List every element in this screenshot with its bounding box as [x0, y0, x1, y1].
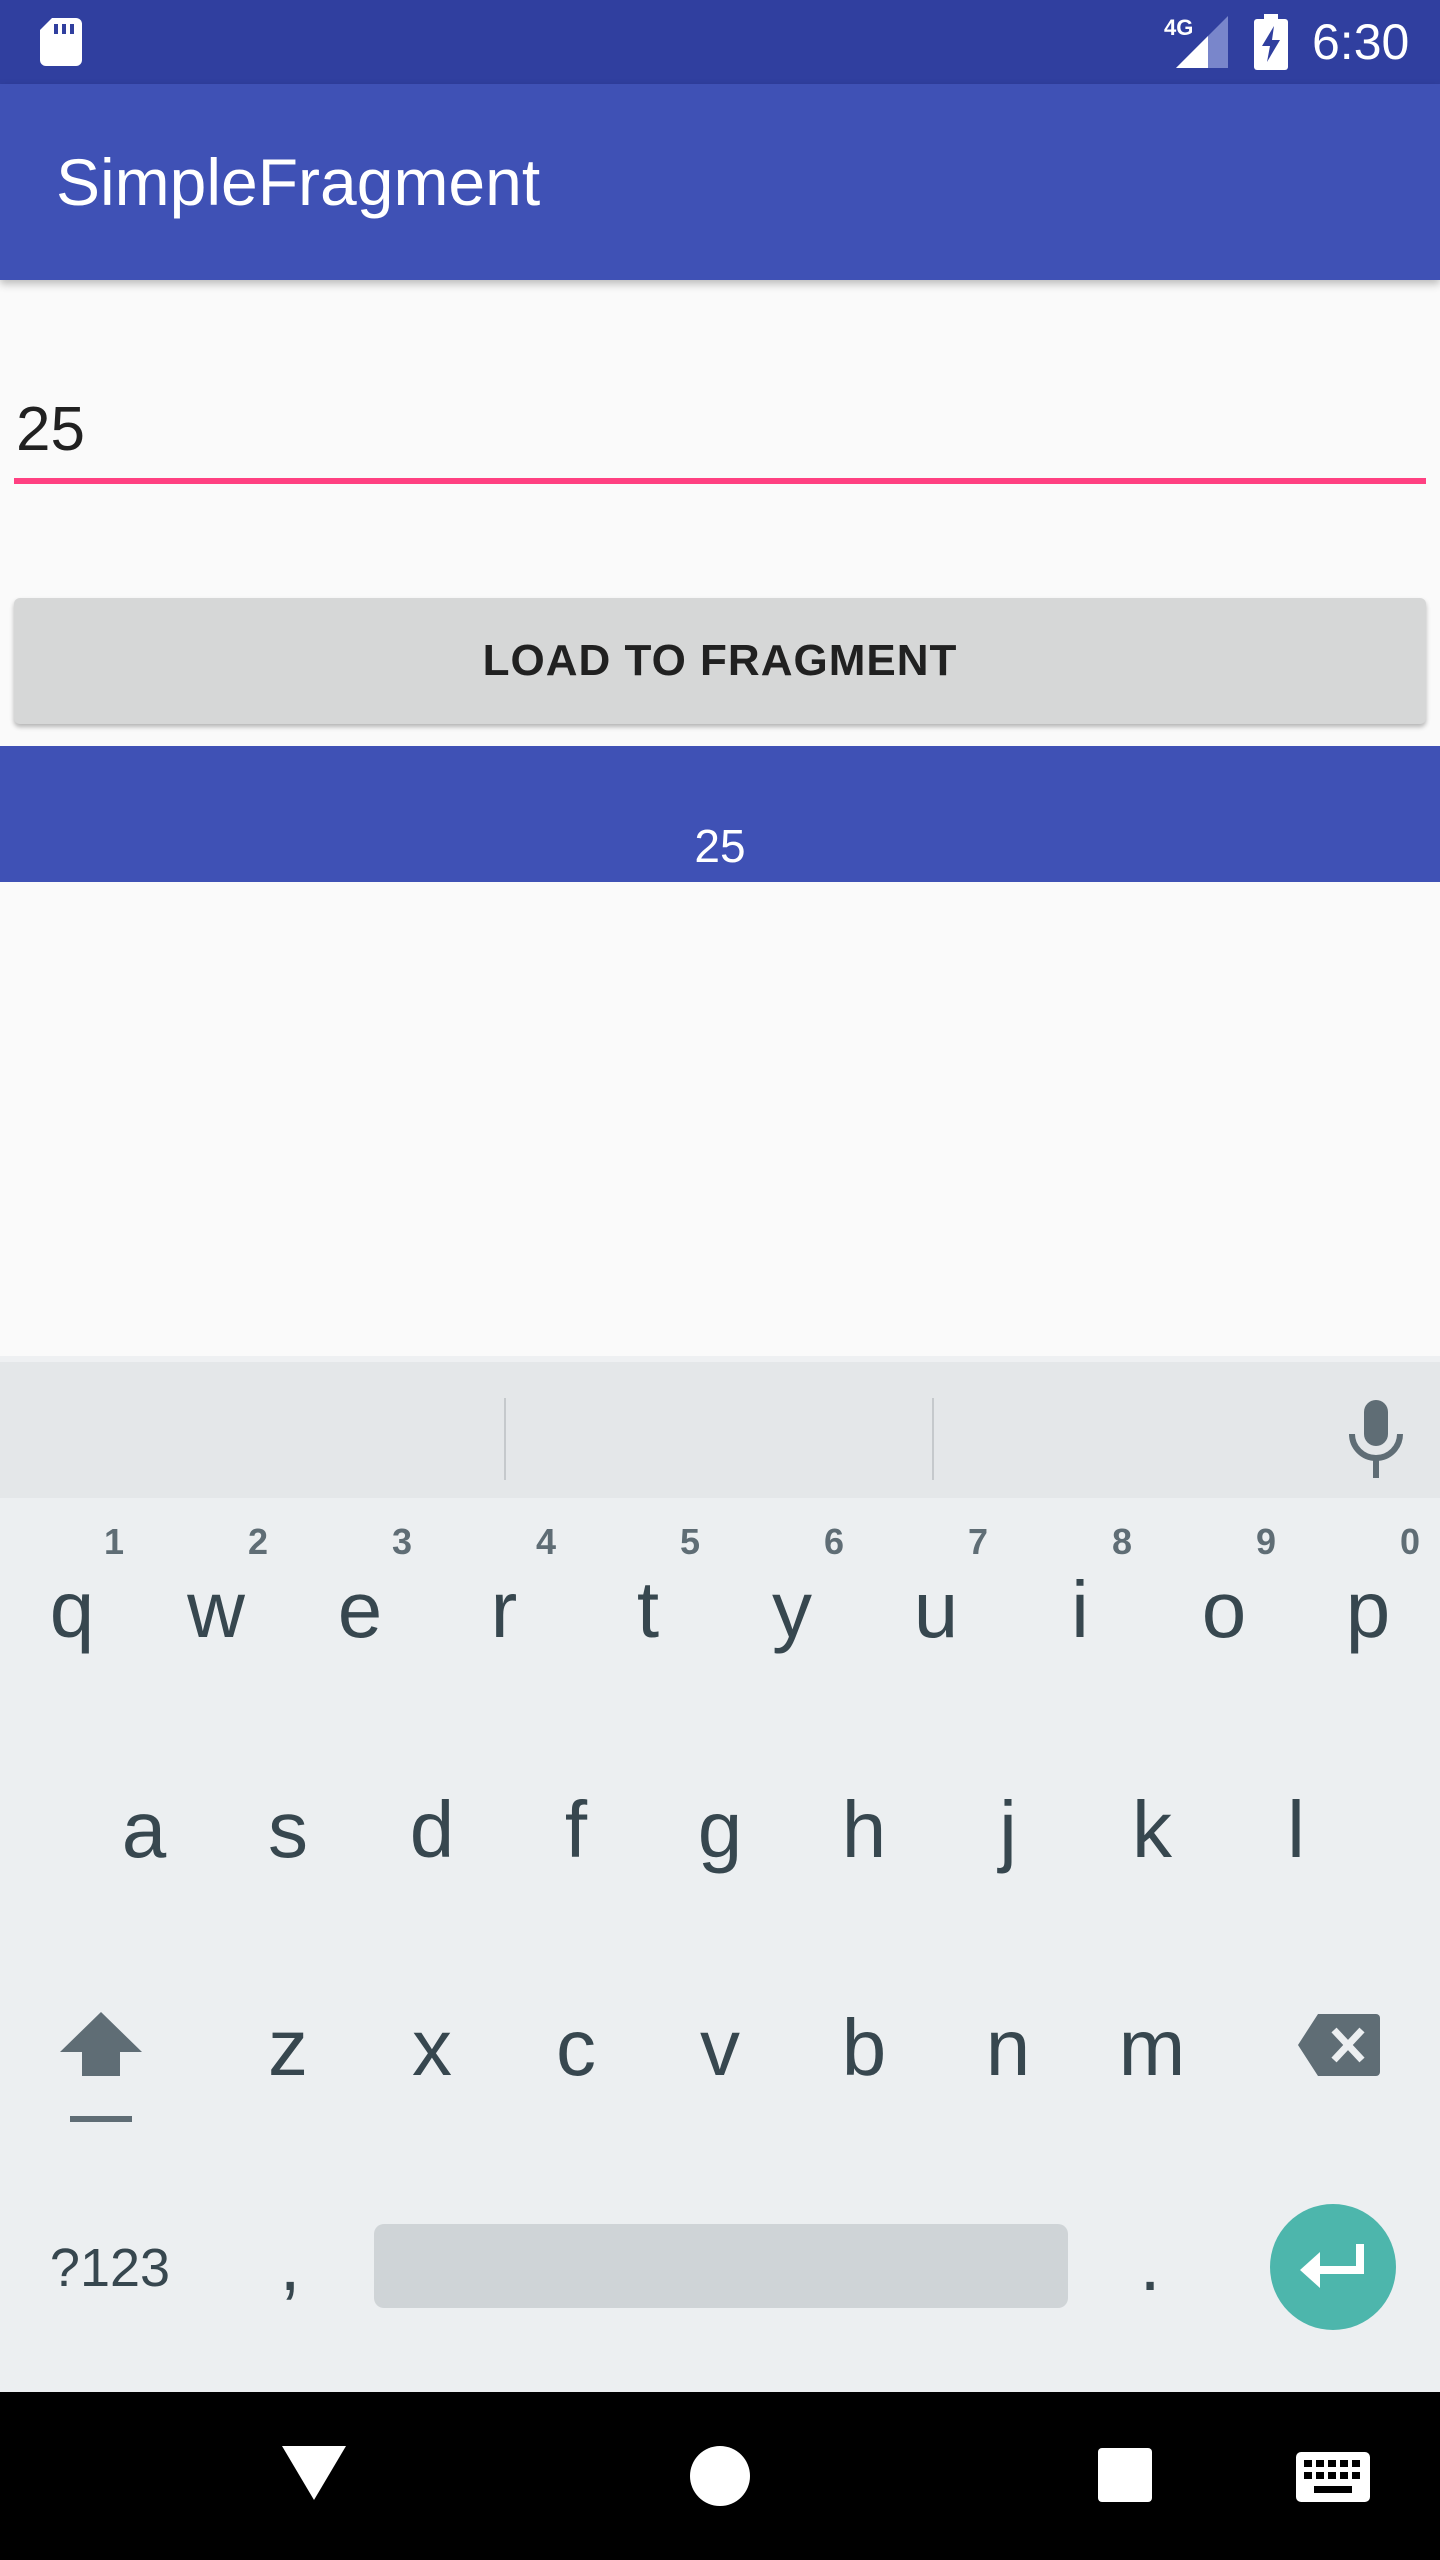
space-bar[interactable] [374, 2224, 1068, 2308]
key-label: u [913, 1565, 959, 1654]
comma-key[interactable]: , [250, 2210, 330, 2320]
network-type-label: 4G [1164, 15, 1194, 40]
fragment-container: 25 [0, 746, 1440, 882]
key-label: y [772, 1565, 812, 1654]
key-c[interactable]: c [516, 1958, 636, 2108]
navigation-bar [0, 2392, 1440, 2560]
key-g[interactable]: g [660, 1740, 780, 1890]
key-label: a [121, 1785, 167, 1874]
key-label: b [841, 2003, 887, 2092]
key-hint: 6 [823, 1521, 844, 1562]
key-hint: 3 [391, 1521, 412, 1562]
back-icon[interactable] [282, 2444, 346, 2500]
key-label: p [1345, 1565, 1391, 1654]
key-w[interactable]: 2 w [156, 1520, 276, 1670]
number-input-value: 25 [16, 395, 85, 464]
key-label: d [409, 1785, 455, 1874]
key-hint: 2 [247, 1521, 268, 1562]
key-label: s [268, 1785, 308, 1874]
symbols-key[interactable]: ?123 [40, 2228, 180, 2308]
suggestion-strip [0, 1356, 1440, 1498]
key-hint: 8 [1111, 1521, 1132, 1562]
key-label: n [985, 2003, 1031, 2092]
key-j[interactable]: j [948, 1740, 1068, 1890]
key-label: q [49, 1565, 95, 1654]
key-label: t [636, 1565, 660, 1654]
key-p[interactable]: 0 p [1308, 1520, 1428, 1670]
key-x[interactable]: x [372, 1958, 492, 2108]
key-hint: 5 [679, 1521, 700, 1562]
key-f[interactable]: f [516, 1740, 636, 1890]
key-label: e [337, 1565, 383, 1654]
key-label: z [268, 2003, 308, 2092]
number-input[interactable]: 25 [14, 380, 1426, 484]
period-key[interactable]: . [1110, 2210, 1190, 2320]
suggestion-divider [932, 1398, 934, 1480]
key-hint: 1 [103, 1521, 124, 1562]
key-i[interactable]: 8 i [1020, 1520, 1140, 1670]
key-v[interactable]: v [660, 1958, 780, 2108]
key-hint: 7 [967, 1521, 988, 1562]
sd-card-icon [40, 18, 82, 66]
key-label: l [1287, 1785, 1305, 1874]
key-label: v [700, 2003, 740, 2092]
clock: 6:30 [1312, 14, 1410, 70]
key-hint: 9 [1255, 1521, 1276, 1562]
key-e[interactable]: 3 e [300, 1520, 420, 1670]
key-label: h [841, 1785, 887, 1874]
key-t[interactable]: 5 t [588, 1520, 708, 1670]
app-bar: SimpleFragment [0, 84, 1440, 280]
enter-icon [1300, 2244, 1364, 2288]
key-hint: 0 [1399, 1521, 1420, 1562]
key-z[interactable]: z [228, 1958, 348, 2108]
key-s[interactable]: s [228, 1740, 348, 1890]
load-to-fragment-button[interactable]: LOAD TO FRAGMENT [14, 598, 1426, 724]
key-k[interactable]: k [1092, 1740, 1212, 1890]
key-label: o [1201, 1565, 1247, 1654]
key-r[interactable]: 4 r [444, 1520, 564, 1670]
backspace-icon[interactable] [1296, 2010, 1382, 2080]
enter-key[interactable] [1270, 2204, 1396, 2330]
app-title: SimpleFragment [56, 145, 541, 219]
key-m[interactable]: m [1092, 1958, 1212, 2108]
key-label: f [564, 1785, 588, 1874]
key-d[interactable]: d [372, 1740, 492, 1890]
key-label: g [697, 1785, 743, 1874]
recents-icon[interactable] [1098, 2448, 1152, 2502]
key-u[interactable]: 7 u [876, 1520, 996, 1670]
keyboard-switch-icon[interactable] [1296, 2452, 1370, 2502]
key-hint: 4 [535, 1521, 556, 1562]
key-label: x [412, 2003, 452, 2092]
suggestion-divider [504, 1398, 506, 1480]
key-h[interactable]: h [804, 1740, 924, 1890]
fragment-value: 25 [694, 820, 746, 872]
key-q[interactable]: 1 q [12, 1520, 132, 1670]
key-o[interactable]: 9 o [1164, 1520, 1284, 1670]
key-l[interactable]: l [1236, 1740, 1356, 1890]
home-icon[interactable] [690, 2446, 750, 2506]
key-b[interactable]: b [804, 1958, 924, 2108]
key-label: w [187, 1565, 245, 1654]
key-label: j [999, 1785, 1017, 1874]
key-label: i [1071, 1565, 1089, 1654]
key-y[interactable]: 6 y [732, 1520, 852, 1670]
status-bar: 4G 6:30 [0, 0, 1440, 84]
key-label: k [1132, 1785, 1172, 1874]
cellular-signal-icon: 4G [1164, 16, 1228, 68]
key-label: c [556, 2003, 596, 2092]
key-label: m [1118, 2003, 1186, 2092]
key-a[interactable]: a [84, 1740, 204, 1890]
battery-charging-icon [1254, 14, 1288, 70]
shift-icon[interactable] [56, 2000, 146, 2130]
key-label: r [490, 1565, 518, 1654]
mic-icon[interactable] [1346, 1400, 1406, 1480]
key-n[interactable]: n [948, 1958, 1068, 2108]
